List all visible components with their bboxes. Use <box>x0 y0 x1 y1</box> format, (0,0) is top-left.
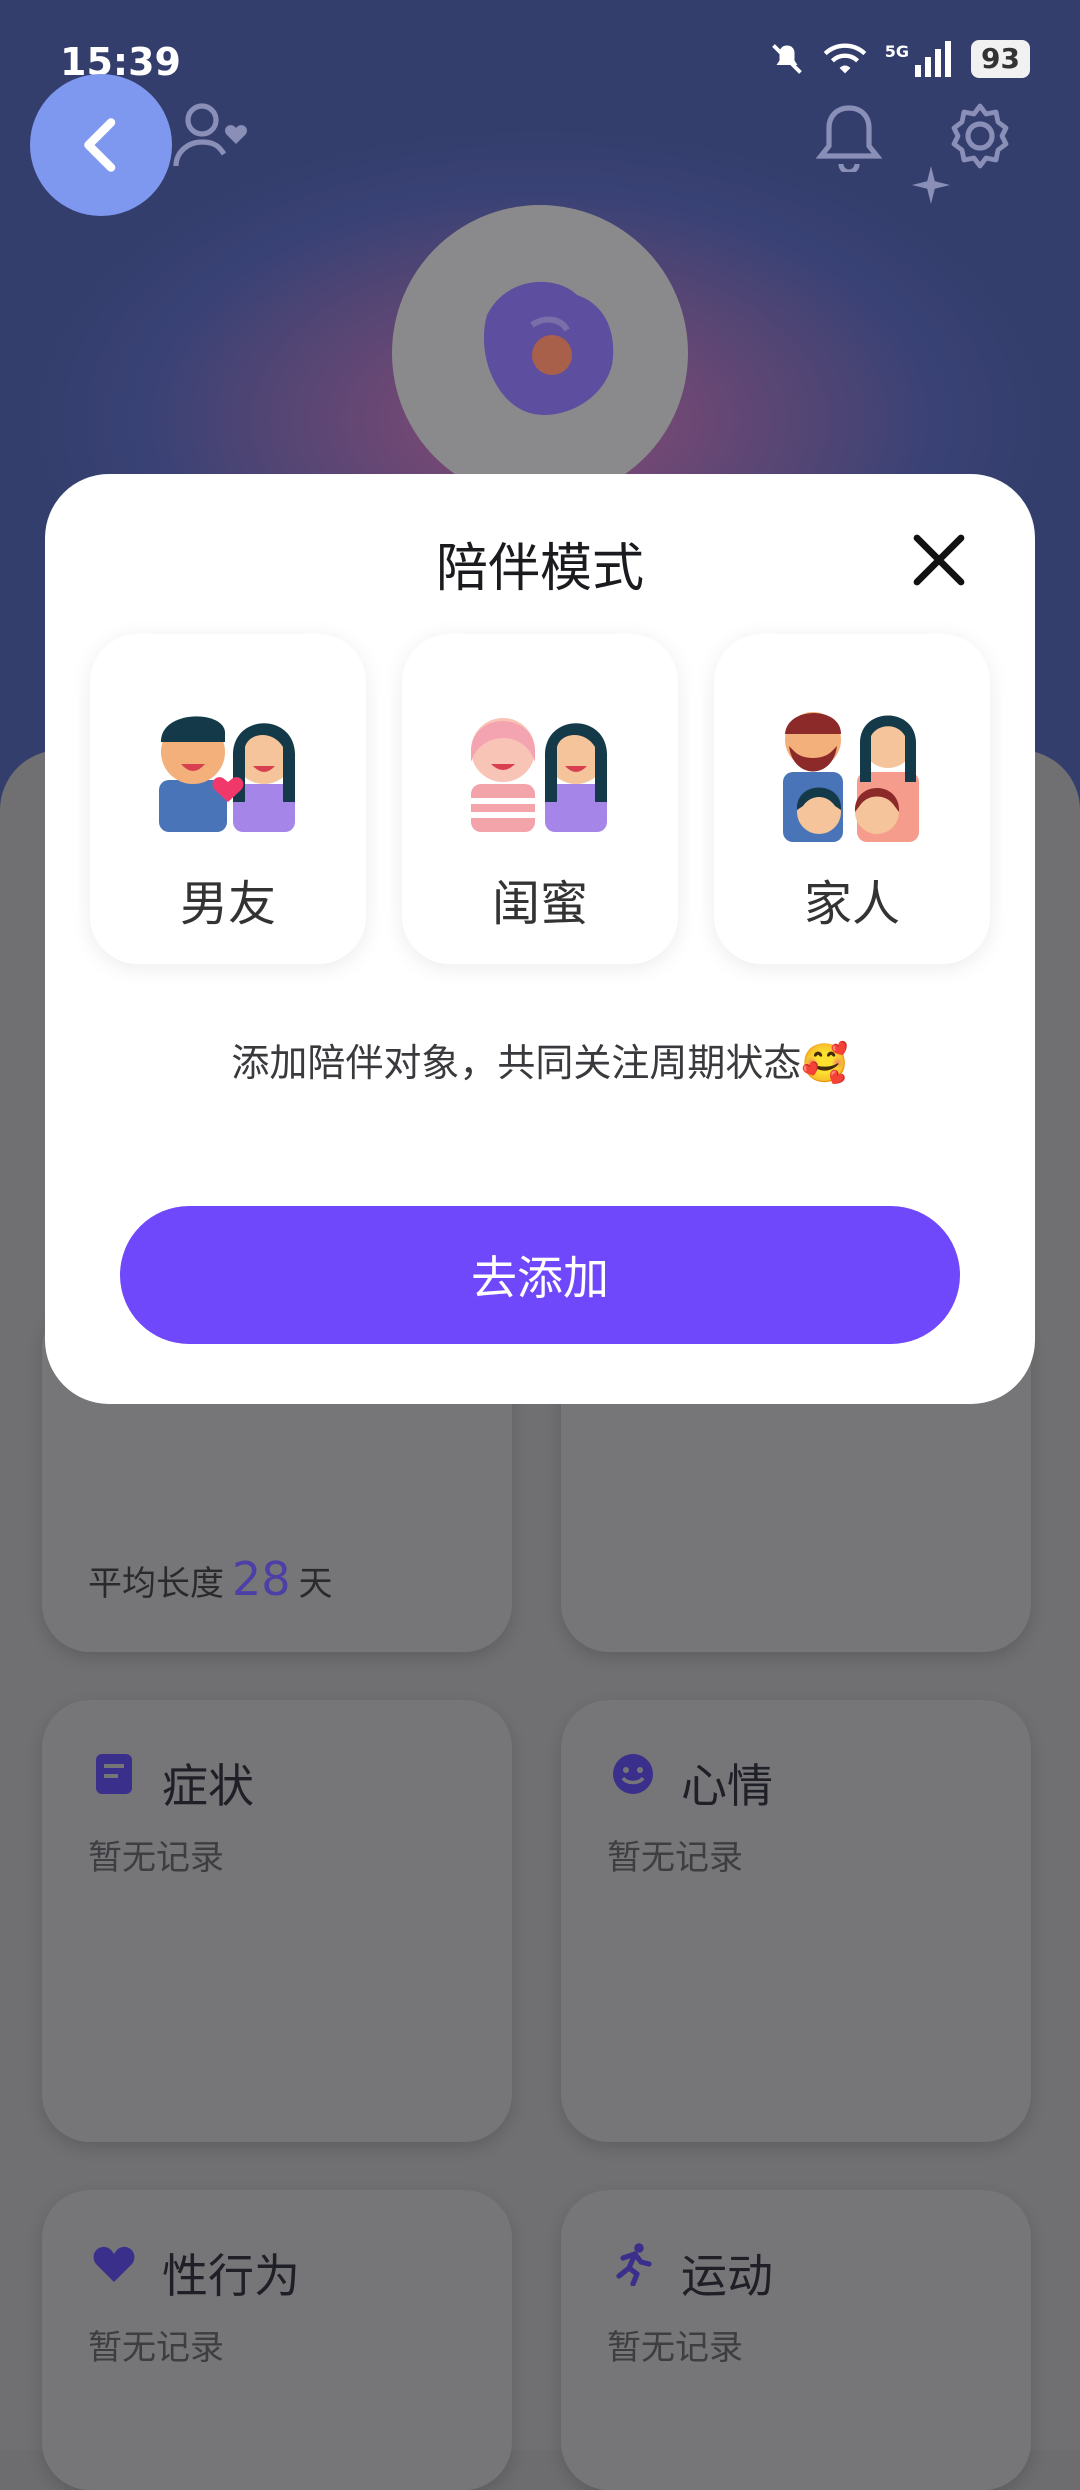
option-boyfriend[interactable]: 男友 <box>90 634 366 964</box>
average-length: 平均长度 28 天 <box>88 1552 333 1606</box>
modal-description: 添加陪伴对象，共同关注周期状态🥰 <box>231 1041 849 1085</box>
smiley-icon <box>609 1750 657 1798</box>
family-illustration <box>783 712 919 842</box>
status-icons: 5G 93 <box>769 40 1030 78</box>
close-icon[interactable] <box>911 532 967 588</box>
couple-illustration <box>159 716 296 832</box>
average-length-value: 28 <box>232 1552 291 1606</box>
cycle-avatar <box>392 205 688 501</box>
option-boyfriend-label: 男友 <box>179 876 276 932</box>
bell-icon[interactable] <box>815 100 883 172</box>
signal-icon <box>915 41 952 77</box>
bestie-illustration <box>470 718 608 832</box>
mute-icon <box>771 44 802 74</box>
mood-card[interactable]: 心情 暂无记录 <box>561 1700 1031 2142</box>
note-icon <box>90 1750 138 1798</box>
average-length-label: 平均长度 <box>88 1564 224 1604</box>
heart-icon <box>90 2240 138 2288</box>
back-button[interactable] <box>30 74 172 216</box>
option-bestie[interactable]: 闺蜜 <box>402 634 678 964</box>
symptoms-title: 症状 <box>162 1759 254 1813</box>
option-family-label: 家人 <box>803 876 900 932</box>
sex-subtitle: 暂无记录 <box>88 2328 224 2368</box>
option-family[interactable]: 家人 <box>714 634 990 964</box>
battery-indicator: 93 <box>971 40 1030 78</box>
sex-card[interactable]: 性行为 暂无记录 <box>42 2190 512 2490</box>
go-add-button[interactable]: 去添加 <box>120 1206 960 1344</box>
network-label: 5G <box>884 41 910 61</box>
symptoms-subtitle: 暂无记录 <box>88 1838 224 1878</box>
gear-icon[interactable] <box>944 100 1016 172</box>
mood-subtitle: 暂无记录 <box>607 1838 743 1878</box>
chevron-left-icon <box>84 118 116 172</box>
wifi-icon <box>823 43 867 74</box>
companion-mode-modal: 陪伴模式 男友 闺蜜 家人 添加陪伴对象，共同关注周期状态🥰 去添加 <box>45 474 1035 1404</box>
status-bar: 15:39 5G 93 <box>0 0 1080 120</box>
symptoms-card[interactable]: 症状 暂无记录 <box>42 1700 512 2142</box>
average-length-unit: 天 <box>298 1564 333 1604</box>
exercise-subtitle: 暂无记录 <box>607 2328 743 2368</box>
exercise-card[interactable]: 运动 暂无记录 <box>561 2190 1031 2490</box>
running-icon <box>609 2240 657 2288</box>
option-bestie-label: 闺蜜 <box>491 876 588 932</box>
exercise-title: 运动 <box>681 2249 773 2303</box>
mood-title: 心情 <box>681 1759 773 1813</box>
partner-icon[interactable] <box>170 100 254 172</box>
sex-title: 性行为 <box>162 2249 300 2303</box>
modal-title: 陪伴模式 <box>435 539 644 599</box>
sparkle-icon <box>912 166 950 204</box>
uterus-illustration <box>483 281 614 415</box>
